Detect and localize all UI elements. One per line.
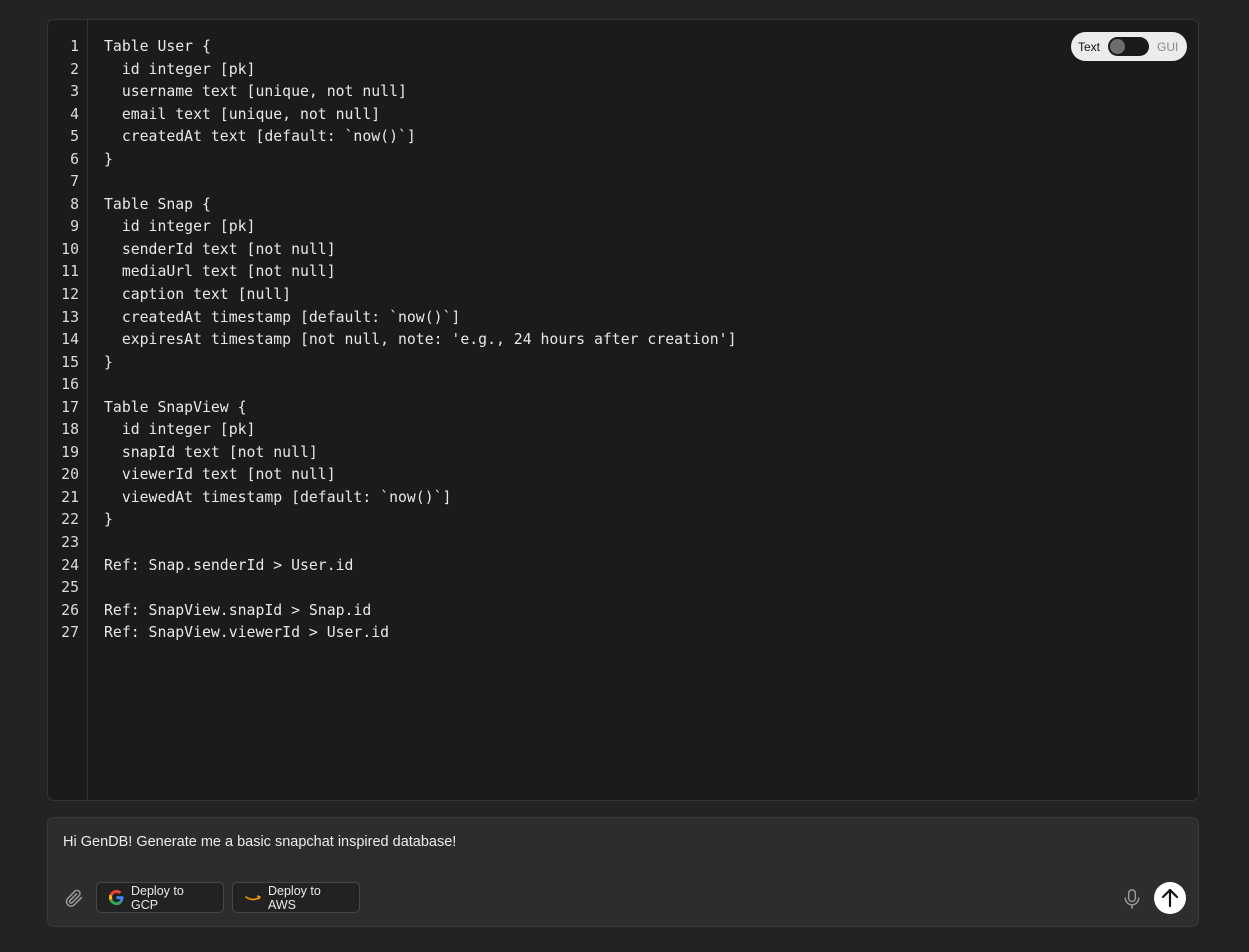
line-number: 11: [61, 263, 79, 281]
code-line[interactable]: email text [unique, not null]: [104, 104, 1198, 127]
code-line[interactable]: createdAt text [default: `now()`]: [104, 126, 1198, 149]
line-number: 24: [61, 556, 79, 574]
code-line[interactable]: id integer [pk]: [104, 59, 1198, 82]
code-line[interactable]: [104, 577, 1198, 600]
prompt-input[interactable]: Hi GenDB! Generate me a basic snapchat i…: [63, 834, 456, 850]
line-number: 26: [61, 601, 79, 619]
line-number: 7: [70, 173, 79, 191]
line-number: 8: [70, 195, 79, 213]
line-number: 27: [61, 624, 79, 642]
code-line[interactable]: senderId text [not null]: [104, 239, 1198, 262]
code-line[interactable]: Table User {: [104, 36, 1198, 59]
line-number: 10: [61, 240, 79, 258]
code-line[interactable]: [104, 171, 1198, 194]
line-number: 12: [61, 286, 79, 304]
text-gui-toggle[interactable]: Text GUI: [1071, 32, 1187, 61]
code-line[interactable]: caption text [null]: [104, 284, 1198, 307]
code-line[interactable]: Ref: Snap.senderId > User.id: [104, 555, 1198, 578]
line-number: 20: [61, 466, 79, 484]
line-number: 23: [61, 534, 79, 552]
line-number: 9: [70, 218, 79, 236]
line-number: 15: [61, 353, 79, 371]
toggle-label-gui: GUI: [1157, 39, 1179, 54]
toggle-label-text: Text: [1078, 39, 1101, 54]
code-line[interactable]: [104, 532, 1198, 555]
line-number: 2: [70, 60, 79, 78]
code-line[interactable]: viewerId text [not null]: [104, 464, 1198, 487]
arrow-up-icon: [1161, 888, 1179, 908]
code-line[interactable]: Table SnapView {: [104, 397, 1198, 420]
line-number: 19: [61, 443, 79, 461]
line-number-gutter: 1 2 3 4 5 6 7 8 9 10 11 12 13 14 15 16 17 18 19 20 21 22 23 24 2…: [48, 20, 88, 800]
line-number: 21: [61, 488, 79, 506]
code-line[interactable]: [104, 374, 1198, 397]
code-line[interactable]: createdAt timestamp [default: `now()`]: [104, 307, 1198, 330]
deploy-aws-label: Deploy to AWS: [268, 883, 321, 912]
code-line[interactable]: viewedAt timestamp [default: `now()`]: [104, 487, 1198, 510]
code-line[interactable]: }: [104, 509, 1198, 532]
code-line[interactable]: Ref: SnapView.snapId > Snap.id: [104, 600, 1198, 623]
code-line[interactable]: snapId text [not null]: [104, 442, 1198, 465]
line-number: 17: [61, 398, 79, 416]
code-line[interactable]: Ref: SnapView.viewerId > User.id: [104, 622, 1198, 645]
prompt-composer: Hi GenDB! Generate me a basic snapchat i…: [47, 817, 1199, 927]
line-number: 16: [61, 376, 79, 394]
line-number: 22: [61, 511, 79, 529]
code-line[interactable]: id integer [pk]: [104, 216, 1198, 239]
code-line[interactable]: username text [unique, not null]: [104, 81, 1198, 104]
code-line[interactable]: Table Snap {: [104, 194, 1198, 217]
code-editor[interactable]: 1 2 3 4 5 6 7 8 9 10 11 12 13 14 15 16 17 18 19 20 21 22 23 24 2…: [47, 19, 1199, 801]
line-number: 25: [61, 579, 79, 597]
amazon-logo-icon: [245, 893, 261, 903]
code-area[interactable]: Table User { id integer [pk] username te…: [104, 36, 1198, 645]
code-line[interactable]: }: [104, 352, 1198, 375]
microphone-icon[interactable]: [1122, 888, 1142, 910]
line-number: 5: [70, 128, 79, 146]
line-number: 3: [70, 83, 79, 101]
line-number: 6: [70, 150, 79, 168]
deploy-aws-button[interactable]: Deploy to AWS: [232, 882, 360, 913]
code-line[interactable]: id integer [pk]: [104, 419, 1198, 442]
line-number: 18: [61, 421, 79, 439]
deploy-gcp-label: Deploy to GCP: [131, 883, 184, 912]
toggle-switch[interactable]: [1108, 37, 1150, 56]
line-number: 4: [70, 105, 79, 123]
line-number: 14: [61, 331, 79, 349]
code-line[interactable]: }: [104, 149, 1198, 172]
code-line[interactable]: expiresAt timestamp [not null, note: 'e.…: [104, 329, 1198, 352]
google-logo-icon: [109, 890, 124, 905]
deploy-gcp-button[interactable]: Deploy to GCP: [96, 882, 224, 913]
send-button[interactable]: [1154, 882, 1186, 914]
code-line[interactable]: mediaUrl text [not null]: [104, 261, 1198, 284]
line-number: 13: [61, 308, 79, 326]
paperclip-icon[interactable]: [63, 887, 85, 909]
toggle-knob: [1110, 39, 1126, 54]
line-number: 1: [70, 38, 79, 55]
line-numbers: 1 2 3 4 5 6 7 8 9 10 11 12 13 14 15 16 17 18 19 20 21 22 23 24 2…: [48, 36, 79, 645]
